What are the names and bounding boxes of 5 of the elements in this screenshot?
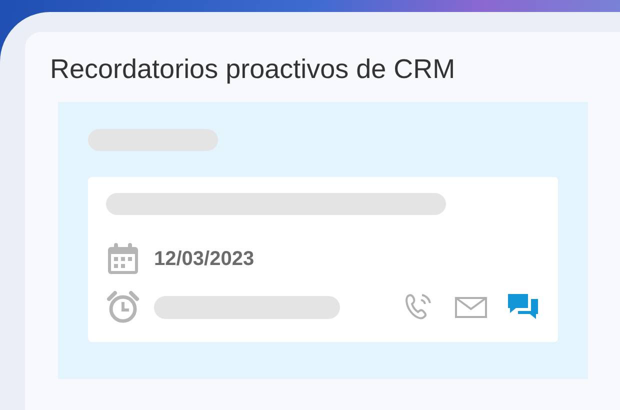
page-title: Recordatorios proactivos de CRM	[50, 54, 456, 85]
reminder-date: 12/03/2023	[154, 248, 254, 270]
chat-icon[interactable]	[506, 292, 540, 322]
alarm-clock-icon	[106, 290, 140, 324]
calendar-icon	[106, 242, 140, 276]
